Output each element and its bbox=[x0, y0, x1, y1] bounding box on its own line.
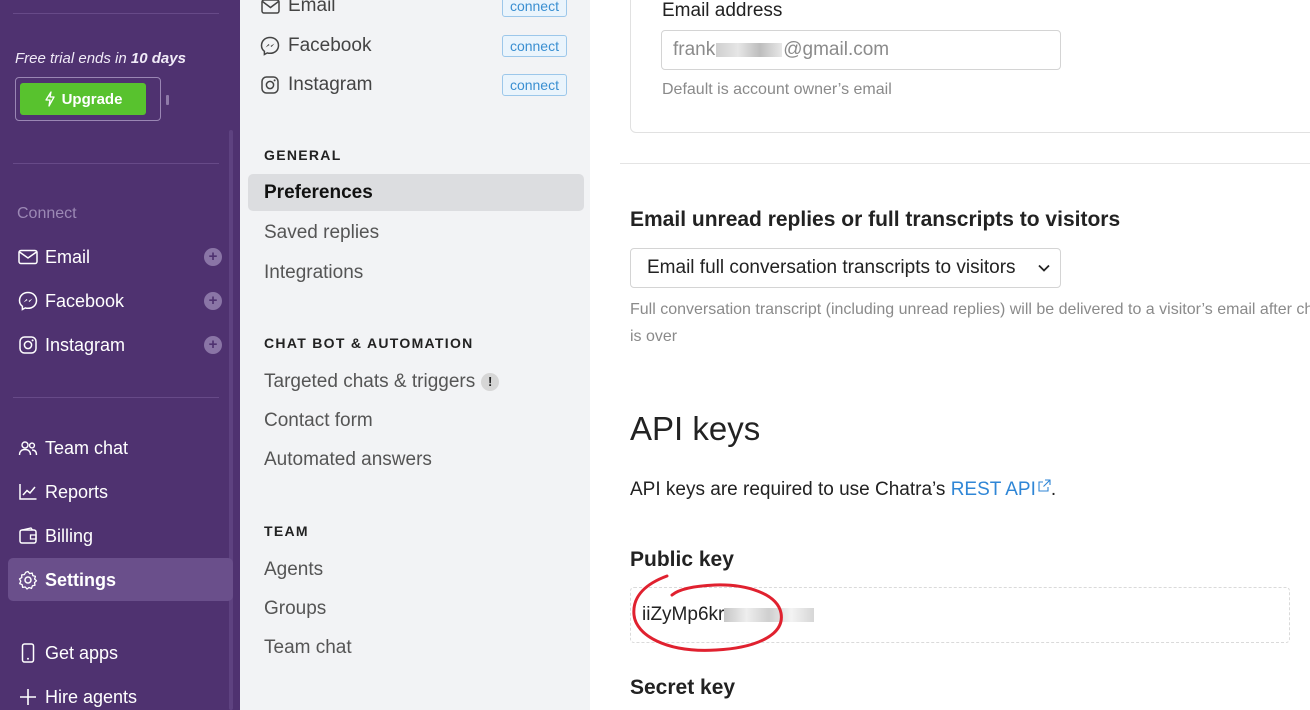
email-value-end: @gmail.com bbox=[783, 39, 890, 60]
upgrade-nub bbox=[166, 95, 169, 105]
gear-icon bbox=[17, 569, 39, 591]
redacted-blur bbox=[716, 43, 783, 57]
sidebar-scrollbar[interactable] bbox=[229, 130, 233, 710]
transcript-selected-value: Email full conversation transcripts to v… bbox=[647, 257, 1016, 278]
bolt-icon bbox=[44, 91, 55, 107]
secret-key-label: Secret key bbox=[630, 676, 736, 699]
trial-prefix: Free trial ends in bbox=[15, 50, 127, 67]
sidebar-item-team-chat[interactable]: Team chat bbox=[17, 430, 227, 466]
wallet-icon bbox=[17, 525, 39, 547]
upgrade-frame: Upgrade bbox=[15, 77, 161, 121]
nav-item-integrations[interactable]: Integrations bbox=[248, 254, 584, 291]
chevron-down-icon bbox=[1038, 264, 1050, 272]
messenger-icon bbox=[17, 290, 39, 312]
external-link-icon bbox=[1038, 479, 1051, 492]
api-keys-description: API keys are required to use Chatra’s RE… bbox=[630, 479, 1056, 501]
channel-label: Email bbox=[288, 0, 336, 16]
channel-label: Facebook bbox=[288, 35, 372, 56]
sidebar-item-get-apps[interactable]: Get apps bbox=[17, 635, 227, 671]
sidebar-item-label: Team chat bbox=[45, 437, 129, 458]
nav-heading-team: TEAM bbox=[264, 523, 309, 539]
email-address-input[interactable]: frank @gmail.com bbox=[661, 30, 1061, 70]
phone-icon bbox=[17, 642, 39, 664]
sidebar-item-label: Email bbox=[45, 246, 91, 267]
sidebar-item-label: Facebook bbox=[45, 290, 125, 311]
settings-main: Email address frank @gmail.com Default i… bbox=[590, 0, 1310, 710]
sidebar-item-email[interactable]: Email + bbox=[17, 239, 227, 275]
sidebar-item-label: Instagram bbox=[45, 334, 126, 355]
nav-item-targeted-chats[interactable]: Targeted chats & triggers ! bbox=[248, 363, 584, 400]
instagram-icon bbox=[17, 334, 39, 356]
transcript-select[interactable]: Email full conversation transcripts to v… bbox=[630, 248, 1061, 288]
plus-icon bbox=[17, 686, 39, 708]
nav-item-agents[interactable]: Agents bbox=[248, 551, 584, 588]
warning-badge: ! bbox=[481, 372, 500, 391]
nav-heading-general: GENERAL bbox=[264, 147, 342, 163]
rest-api-link-label: REST API bbox=[950, 479, 1036, 500]
nav-item-automated-answers[interactable]: Automated answers bbox=[248, 441, 584, 478]
sidebar-item-label: Billing bbox=[45, 525, 94, 546]
public-key-label: Public key bbox=[630, 548, 734, 571]
red-annotation-circle bbox=[632, 574, 783, 652]
messenger-icon bbox=[260, 36, 280, 56]
connect-email-button[interactable]: connect bbox=[501, 0, 567, 17]
api-keys-title: API keys bbox=[630, 410, 761, 447]
sidebar-item-instagram[interactable]: Instagram + bbox=[17, 327, 227, 363]
channel-label: Instagram bbox=[288, 74, 373, 95]
trial-days: 10 days bbox=[130, 50, 186, 67]
sidebar-item-label: Settings bbox=[45, 569, 117, 590]
connect-heading: Connect bbox=[17, 205, 77, 222]
connect-facebook-button[interactable]: connect bbox=[501, 35, 567, 57]
people-icon bbox=[17, 437, 39, 459]
connect-instagram-button[interactable]: connect bbox=[501, 74, 567, 96]
envelope-icon bbox=[260, 0, 280, 16]
sidebar-divider bbox=[13, 13, 219, 14]
nav-item-preferences[interactable]: Preferences bbox=[248, 174, 584, 211]
sidebar-divider bbox=[13, 397, 219, 398]
add-instagram-button[interactable]: + bbox=[204, 336, 222, 354]
email-help-text: Default is account owner’s email bbox=[662, 81, 892, 98]
email-address-label: Email address bbox=[662, 0, 783, 21]
api-desc-suffix: . bbox=[1050, 479, 1057, 500]
sidebar-item-reports[interactable]: Reports bbox=[17, 474, 227, 510]
nav-heading-chat-bot: CHAT BOT & AUTOMATION bbox=[264, 335, 474, 351]
nav-item-label: Targeted chats & triggers bbox=[264, 370, 476, 392]
channel-instagram: Instagram connect bbox=[260, 69, 570, 101]
upgrade-label: Upgrade bbox=[61, 90, 123, 108]
sidebar-item-facebook[interactable]: Facebook + bbox=[17, 283, 227, 319]
nav-item-groups[interactable]: Groups bbox=[248, 590, 584, 627]
nav-item-contact-form[interactable]: Contact form bbox=[248, 402, 584, 439]
add-email-button[interactable]: + bbox=[204, 248, 222, 266]
nav-item-team-chat[interactable]: Team chat bbox=[248, 629, 584, 666]
rest-api-link[interactable]: REST API bbox=[951, 479, 1051, 500]
sidebar-item-label: Reports bbox=[45, 481, 109, 502]
api-desc-prefix: API keys are required to use Chatra’s bbox=[630, 479, 946, 500]
sidebar-item-hire-agents[interactable]: Hire agents bbox=[17, 679, 227, 710]
sidebar-item-label: Hire agents bbox=[45, 686, 138, 707]
sidebar-divider bbox=[13, 163, 219, 164]
upgrade-button[interactable]: Upgrade bbox=[20, 83, 146, 115]
channel-email: Email connect bbox=[260, 0, 570, 22]
sidebar-item-billing[interactable]: Billing bbox=[17, 518, 227, 554]
section-divider bbox=[620, 163, 1310, 164]
envelope-icon bbox=[17, 246, 39, 268]
email-value-start: frank bbox=[673, 39, 716, 60]
nav-item-saved-replies[interactable]: Saved replies bbox=[248, 214, 584, 251]
settings-nav: Email connect Facebook connect Instagram… bbox=[240, 0, 590, 710]
instagram-icon bbox=[260, 75, 280, 95]
chart-icon bbox=[17, 481, 39, 503]
sidebar-item-label: Get apps bbox=[45, 642, 119, 663]
transcript-heading: Email unread replies or full transcripts… bbox=[630, 208, 1121, 231]
add-facebook-button[interactable]: + bbox=[204, 292, 222, 310]
app-sidebar: Free trial ends in 10 days Upgrade Conne… bbox=[0, 0, 240, 710]
transcript-help-text: Full conversation transcript (including … bbox=[630, 301, 1310, 345]
channel-facebook: Facebook connect bbox=[260, 30, 570, 62]
sidebar-item-settings[interactable]: Settings bbox=[17, 562, 227, 598]
trial-notice: Free trial ends in 10 days bbox=[15, 50, 186, 67]
